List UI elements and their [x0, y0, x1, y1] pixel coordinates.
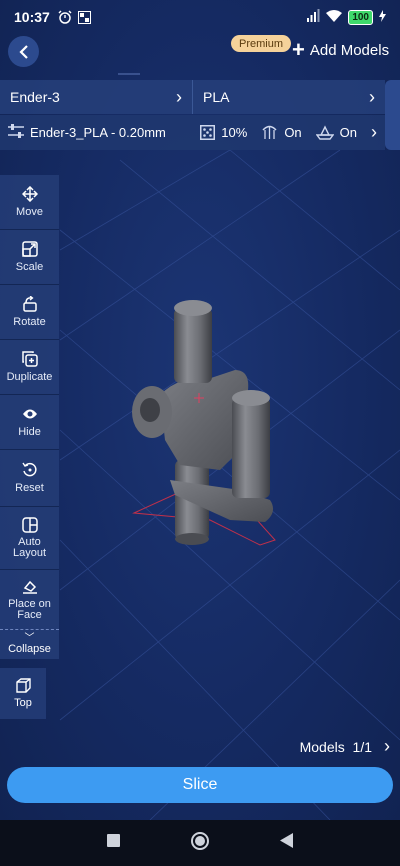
add-models-button[interactable]: + Add Models	[292, 37, 390, 62]
chevron-right-icon: ›	[176, 86, 182, 107]
support-setting: On	[261, 125, 302, 140]
scale-tool[interactable]: Scale	[0, 230, 59, 284]
slice-button[interactable]: Slice	[7, 767, 393, 803]
printer-material-selector: Ender-3 › PLA ›	[0, 80, 385, 114]
premium-badge[interactable]: Premium	[231, 35, 292, 52]
status-time: 10:37	[14, 9, 50, 25]
back-button[interactable]	[8, 36, 39, 67]
left-toolbar: Move Scale Rotate Duplicate Hide Reset A…	[0, 175, 60, 659]
chevron-right-icon: ›	[371, 122, 377, 142]
rotate-icon	[22, 296, 38, 312]
move-tool[interactable]: Move	[0, 175, 59, 229]
app-notification-icon	[77, 10, 91, 24]
rotate-tool[interactable]: Rotate	[0, 285, 59, 339]
tool-label: Hide	[18, 426, 41, 438]
tool-label: Auto Layout	[12, 536, 47, 559]
material-name: PLA	[203, 89, 230, 105]
adhesion-setting: On	[315, 125, 357, 140]
collapse-toolbar-button[interactable]: ﹀ Collapse	[0, 629, 59, 659]
sliders-icon	[8, 124, 24, 141]
chevron-right-icon: ›	[384, 736, 390, 756]
reset-icon	[21, 462, 38, 478]
move-icon	[21, 186, 38, 202]
adhesion-value: On	[339, 125, 357, 140]
top-view-button[interactable]: Top	[0, 668, 46, 719]
printer-selector[interactable]: Ender-3 ›	[0, 80, 192, 114]
recents-icon[interactable]	[107, 834, 120, 852]
auto-layout-tool[interactable]: Auto Layout	[0, 507, 59, 569]
status-bar: 10:37 100	[0, 0, 400, 34]
tool-label: Place on Face	[8, 597, 51, 621]
models-label: Models	[299, 738, 345, 755]
infill-icon	[200, 125, 216, 140]
3d-model[interactable]	[120, 290, 290, 550]
add-models-label: Add Models	[309, 41, 390, 59]
adhesion-icon	[315, 125, 334, 140]
models-counter[interactable]: Models 1/1 ›	[300, 736, 390, 757]
top-view-label: Top	[14, 697, 32, 709]
auto-layout-icon	[21, 517, 38, 533]
infill-setting: 10%	[200, 125, 247, 140]
charging-icon	[379, 9, 386, 25]
models-count-value: 1/1	[352, 738, 372, 755]
collapse-label: Collapse	[8, 642, 51, 655]
wifi-icon	[326, 9, 343, 25]
place-on-face-tool[interactable]: Place on Face	[0, 570, 59, 629]
material-selector[interactable]: PLA ›	[192, 80, 385, 114]
tool-label: Rotate	[13, 316, 46, 328]
infill-value: 10%	[221, 125, 248, 140]
support-icon	[262, 125, 277, 139]
slicing-profile-bar[interactable]: Ender-3_PLA - 0.20mm 10% On On ›	[0, 115, 385, 150]
duplicate-icon	[21, 351, 38, 367]
place-on-face-icon	[22, 579, 38, 595]
home-icon[interactable]	[190, 831, 210, 856]
profile-name: Ender-3_PLA - 0.20mm	[30, 125, 166, 140]
hide-tool[interactable]: Hide	[0, 395, 59, 449]
back-nav-icon[interactable]	[280, 833, 293, 853]
android-nav-bar	[0, 820, 400, 866]
eye-icon	[22, 406, 38, 422]
tool-label: Reset	[15, 482, 44, 494]
battery-indicator: 100	[348, 9, 373, 25]
alarm-icon	[58, 10, 72, 24]
support-value: On	[284, 125, 302, 140]
tool-label: Move	[16, 206, 43, 218]
signal-icon	[306, 9, 320, 25]
scale-icon	[21, 241, 38, 257]
printer-name: Ender-3	[10, 89, 60, 105]
duplicate-tool[interactable]: Duplicate	[0, 340, 59, 394]
chevron-left-icon	[18, 44, 28, 59]
plus-icon: +	[292, 37, 305, 62]
chevron-down-icon: ﹀	[24, 632, 35, 644]
tool-label: Scale	[15, 261, 44, 273]
side-panel-handle[interactable]	[385, 80, 400, 150]
chevron-right-icon: ›	[369, 86, 375, 107]
reset-tool[interactable]: Reset	[0, 450, 59, 506]
cube-view-icon	[15, 678, 31, 693]
tool-label: Duplicate	[6, 371, 53, 383]
